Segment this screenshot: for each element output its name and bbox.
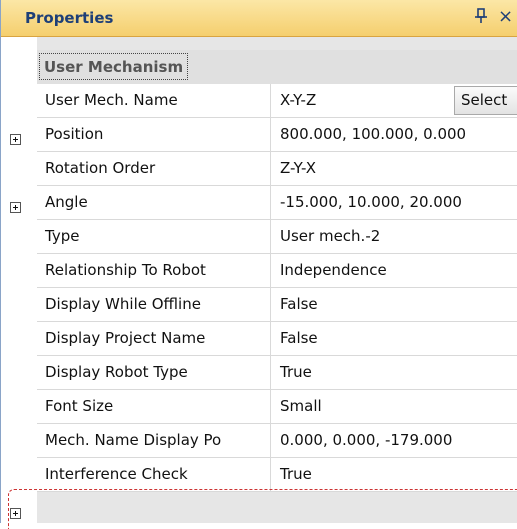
property-value[interactable]: False xyxy=(273,322,517,355)
property-name: Display Project Name xyxy=(37,322,271,355)
property-name: Interference Check xyxy=(37,458,271,491)
property-value[interactable]: True xyxy=(273,356,517,389)
category-row[interactable]: User Mechanism xyxy=(37,50,517,84)
property-row[interactable]: Position 800.000, 100.000, 0.000 xyxy=(37,118,517,152)
panel-title: Properties xyxy=(25,9,114,27)
property-value[interactable]: True xyxy=(273,458,517,491)
property-name: Type xyxy=(37,220,271,253)
properties-panel: Properties × User Mechanism User Mech. N… xyxy=(0,0,517,529)
expander-gutter xyxy=(1,37,37,523)
property-value[interactable]: User mech.-2 xyxy=(273,220,517,253)
plus-box-icon[interactable] xyxy=(10,508,21,519)
property-row[interactable]: Font Size Small xyxy=(37,390,517,424)
property-name: Mech. Name Display Po xyxy=(37,424,271,457)
select-button[interactable]: Select xyxy=(454,86,517,115)
plus-box-icon[interactable] xyxy=(10,202,21,213)
property-name: Relationship To Robot xyxy=(37,254,271,287)
property-value[interactable]: Independence xyxy=(273,254,517,287)
property-row[interactable]: Display While Offline False xyxy=(37,288,517,322)
property-value[interactable]: 800.000, 100.000, 0.000 xyxy=(273,118,517,151)
property-name: Font Size xyxy=(37,390,271,423)
property-name: Angle xyxy=(37,186,271,219)
property-row[interactable]: Display Robot Type True xyxy=(37,356,517,390)
property-row[interactable]: Rotation Order Z-Y-X xyxy=(37,152,517,186)
property-name: User Mech. Name xyxy=(37,84,271,117)
property-value[interactable]: -15.000, 10.000, 20.000 xyxy=(273,186,517,219)
category-label: User Mechanism xyxy=(39,53,189,80)
property-row[interactable]: Angle -15.000, 10.000, 20.000 xyxy=(37,186,517,220)
panel-titlebar: Properties × xyxy=(1,0,517,37)
property-value[interactable]: False xyxy=(273,288,517,321)
property-grid: User Mechanism User Mech. Name X-Y-Z Pos… xyxy=(37,37,517,523)
property-row[interactable]: User Mech. Name X-Y-Z xyxy=(37,84,517,118)
property-name: Rotation Order xyxy=(37,152,271,185)
property-name: Position xyxy=(37,118,271,151)
property-value[interactable]: Small xyxy=(273,390,517,423)
property-row[interactable]: Display Project Name False xyxy=(37,322,517,356)
property-row[interactable]: Relationship To Robot Independence xyxy=(37,254,517,288)
close-icon[interactable]: × xyxy=(498,6,513,27)
property-name: Display While Offline xyxy=(37,288,271,321)
property-value[interactable]: Z-Y-X xyxy=(273,152,517,185)
property-row[interactable]: Interference Check True xyxy=(37,458,517,492)
property-row[interactable]: Mech. Name Display Po 0.000, 0.000, -179… xyxy=(37,424,517,458)
property-value[interactable]: 0.000, 0.000, -179.000 xyxy=(273,424,517,457)
property-name: Display Robot Type xyxy=(37,356,271,389)
property-row[interactable]: Type User mech.-2 xyxy=(37,220,517,254)
plus-box-icon[interactable] xyxy=(10,134,21,145)
pin-icon[interactable] xyxy=(475,8,487,28)
